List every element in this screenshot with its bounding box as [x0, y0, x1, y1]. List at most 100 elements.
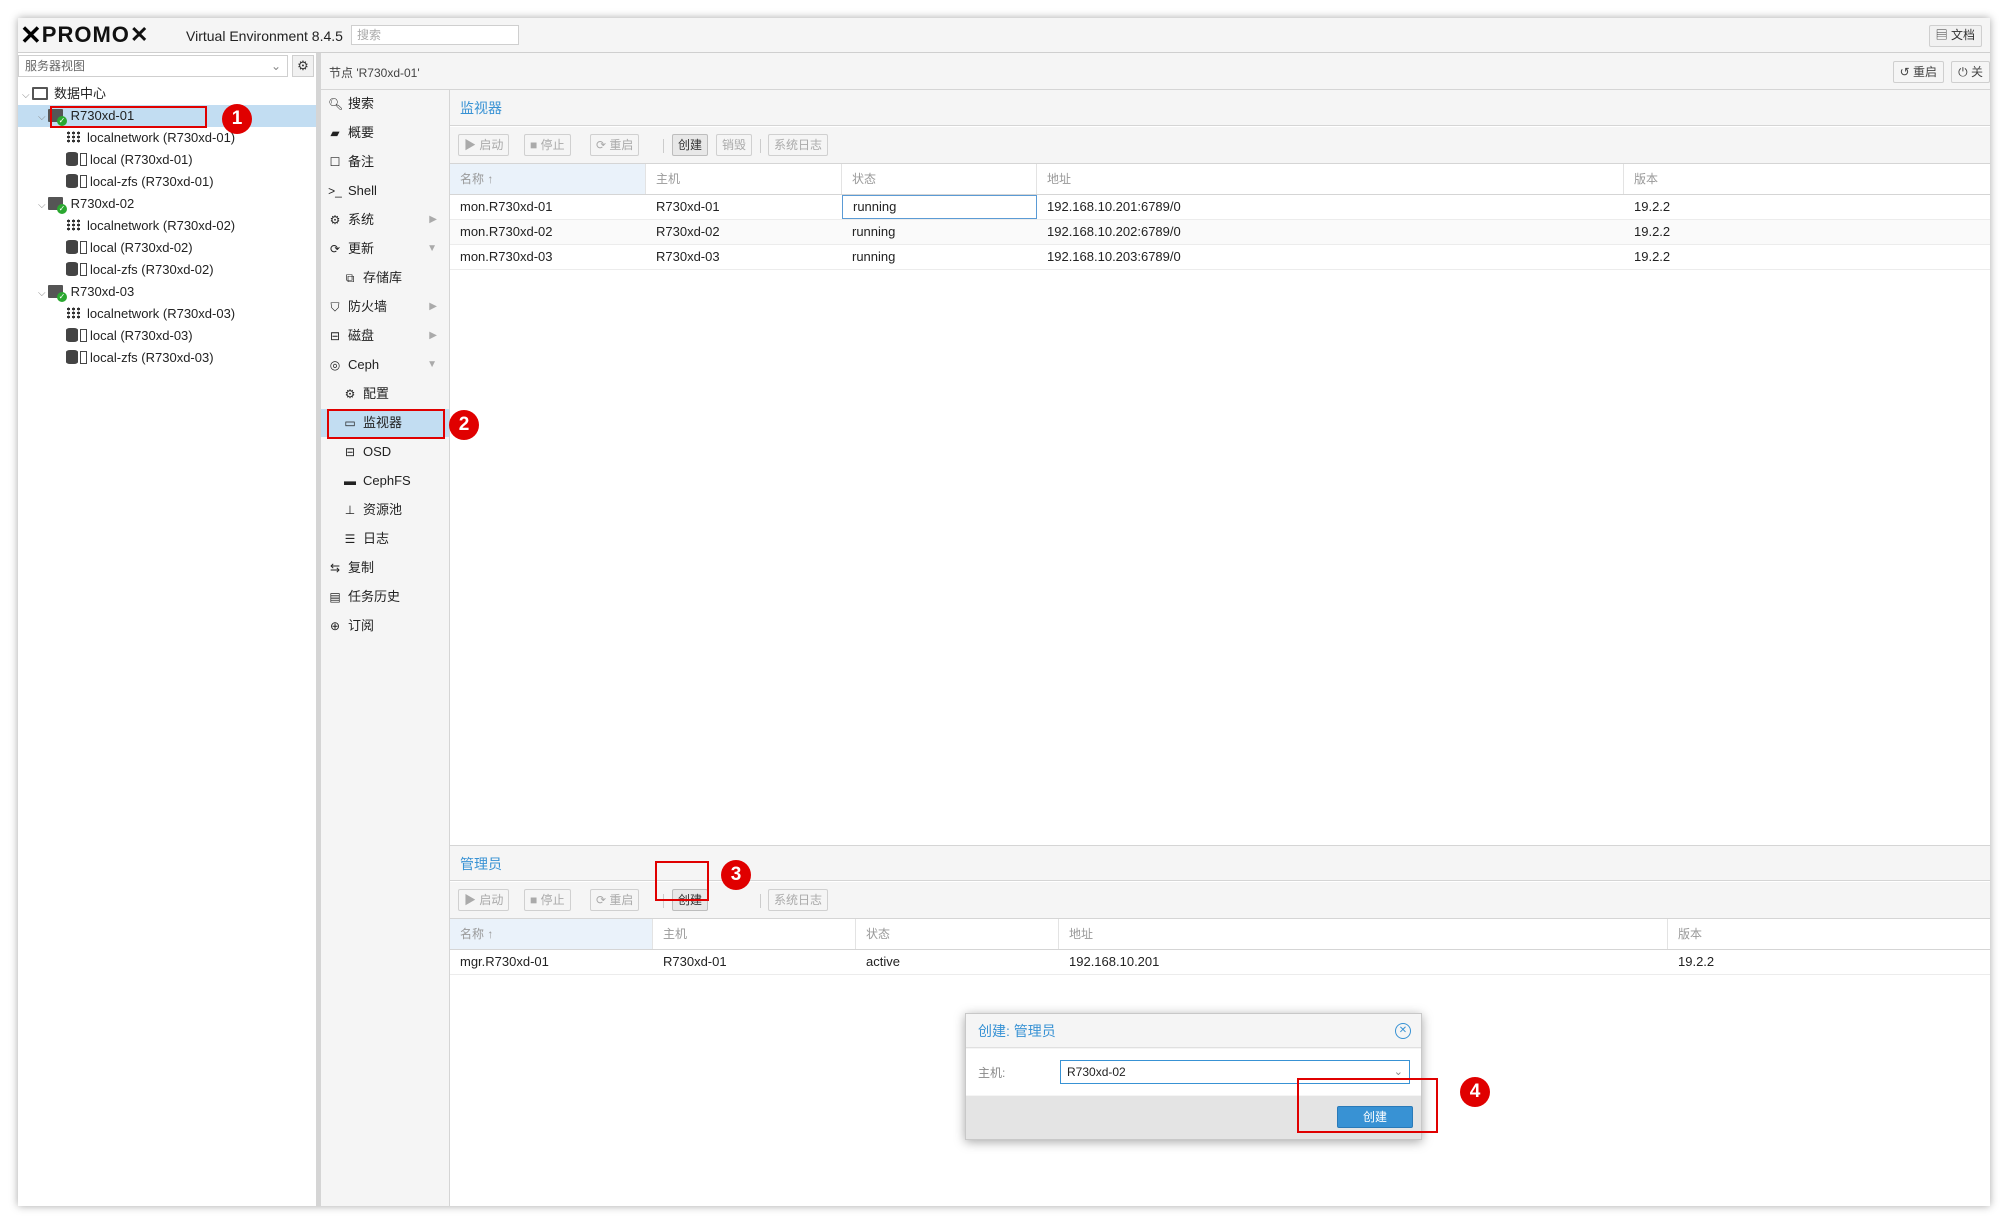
cell-status: running — [852, 249, 896, 264]
database-icon — [66, 240, 78, 254]
menu-item-ceph-osd[interactable]: ⊟ OSD — [321, 438, 449, 466]
menu-item-summary[interactable]: ▰ 概要 — [321, 119, 449, 147]
tree-item-storage[interactable]: local-zfs (R730xd-03) — [18, 347, 316, 369]
network-icon — [66, 131, 81, 143]
manager-stop-button[interactable]: ■ 停止 — [524, 889, 571, 911]
tree-item-datacenter[interactable]: ⌵ 数据中心 — [18, 83, 316, 105]
tree-item-network[interactable]: localnetwork (R730xd-02) — [18, 215, 316, 237]
button-label: 重启 — [609, 138, 634, 152]
database-icon — [66, 262, 78, 276]
column-header-status[interactable]: 状态 — [842, 164, 1037, 194]
column-header-host[interactable]: 主机 — [653, 919, 856, 949]
button-label: 系统日志 — [774, 893, 823, 907]
menu-item-ceph-config[interactable]: ⚙ 配置 — [321, 380, 449, 408]
manager-restart-button[interactable]: ⟳ 重启 — [590, 889, 640, 911]
menu-label: 搜索 — [348, 96, 375, 111]
menu-item-updates[interactable]: ⟳ 更新 ▼ — [321, 235, 449, 263]
menu-item-ceph-pools[interactable]: ⊥ 资源池 — [321, 496, 449, 524]
table-row[interactable]: mon.R730xd-01 R730xd-01 running 192.168.… — [450, 195, 1990, 220]
host-label: 主机: — [978, 1066, 1006, 1080]
menu-item-shell[interactable]: >_ Shell — [321, 177, 449, 205]
table-row[interactable]: mgr.R730xd-01 R730xd-01 active 192.168.1… — [450, 950, 1990, 975]
menu-item-notes[interactable]: ☐ 备注 — [321, 148, 449, 176]
monitor-stop-button[interactable]: ■ 停止 — [524, 134, 571, 156]
database-icon — [66, 350, 78, 364]
column-header-host[interactable]: 主机 — [646, 164, 842, 194]
button-label: 启动 — [479, 138, 504, 152]
play-icon: ▶ — [464, 893, 477, 907]
menu-item-firewall[interactable]: ⛉ 防火墙 ▶ — [321, 293, 449, 321]
power-icon: ⏻ — [1958, 65, 1968, 79]
ceph-icon: ◎ — [329, 358, 341, 372]
tree-item-node[interactable]: ⌵ R730xd-02 — [18, 193, 316, 215]
node-reboot-button[interactable]: ↺ 重启 — [1892, 61, 1944, 83]
monitor-create-button[interactable]: 创建 — [672, 134, 709, 156]
collapse-icon[interactable]: ⌵ — [22, 85, 32, 107]
menu-item-repositories[interactable]: ⧉ 存储库 — [321, 264, 449, 292]
column-header-name[interactable]: 名称 ↑ — [450, 164, 646, 194]
tree-item-storage[interactable]: local (R730xd-02) — [18, 237, 316, 259]
storage-box-icon — [80, 351, 87, 364]
refresh-icon: ⟳ — [596, 893, 607, 907]
chevron-down-icon: ▼ — [427, 359, 437, 370]
menu-item-disks[interactable]: ⊟ 磁盘 ▶ — [321, 322, 449, 350]
menu-item-ceph[interactable]: ◎ Ceph ▼ — [321, 351, 449, 379]
monitor-start-button[interactable]: ▶ 启动 — [458, 134, 510, 156]
tree-label: localnetwork (R730xd-01) — [87, 130, 236, 145]
sitemap-icon: ⊥ — [344, 503, 356, 517]
gear-icon: ⚙ — [344, 387, 356, 401]
view-select[interactable]: 服务器视图 ⌄ — [18, 55, 288, 77]
table-row[interactable]: mon.R730xd-03 R730xd-03 running 192.168.… — [450, 245, 1990, 270]
tree-item-network[interactable]: localnetwork (R730xd-03) — [18, 303, 316, 325]
datacenter-icon — [32, 87, 48, 100]
tree-item-network[interactable]: localnetwork (R730xd-01) — [18, 127, 316, 149]
tree-label: local (R730xd-02) — [90, 240, 193, 255]
tree-item-storage[interactable]: local-zfs (R730xd-01) — [18, 171, 316, 193]
monitor-syslog-button[interactable]: 系统日志 — [768, 134, 829, 156]
stop-icon: ■ — [530, 138, 538, 152]
column-header-status[interactable]: 状态 — [856, 919, 1059, 949]
refresh-icon: ⟳ — [596, 138, 607, 152]
tree-label: local (R730xd-03) — [90, 328, 193, 343]
menu-item-ceph-log[interactable]: ☰ 日志 — [321, 525, 449, 553]
menu-item-system[interactable]: ⚙ 系统 ▶ — [321, 206, 449, 234]
column-header-version[interactable]: 版本 — [1624, 164, 1990, 194]
tree-item-storage[interactable]: local (R730xd-01) — [18, 149, 316, 171]
table-row[interactable]: mon.R730xd-02 R730xd-02 running 192.168.… — [450, 220, 1990, 245]
docs-button[interactable]: ▤ 文档 — [1928, 25, 1982, 47]
menu-item-cephfs[interactable]: ▬ CephFS — [321, 467, 449, 495]
menu-item-subscription[interactable]: ⊕ 订阅 — [321, 612, 449, 640]
monitor-restart-button[interactable]: ⟳ 重启 — [590, 134, 640, 156]
column-header-version[interactable]: 版本 — [1668, 919, 1990, 949]
node-shutdown-button[interactable]: ⏻ 关 — [1951, 61, 1990, 83]
app-window: ✕ PROMO ✕ Virtual Environment 8.4.5 搜索 ▤ … — [18, 18, 1990, 1206]
collapse-icon[interactable]: ⌵ — [38, 107, 48, 129]
button-label: 停止 — [540, 893, 565, 907]
column-header-address[interactable]: 地址 — [1037, 164, 1624, 194]
tree-settings-button[interactable]: ⚙ — [292, 55, 314, 77]
menu-label: 系统 — [348, 212, 375, 227]
menu-item-replication[interactable]: ⇆ 复制 — [321, 554, 449, 582]
tree-item-storage[interactable]: local (R730xd-03) — [18, 325, 316, 347]
tree-label: R730xd-02 — [70, 196, 135, 211]
menu-label: 订阅 — [348, 618, 375, 633]
tree-item-node[interactable]: ⌵ R730xd-03 — [18, 281, 316, 303]
monitor-destroy-button[interactable]: 销毁 — [716, 134, 753, 156]
collapse-icon[interactable]: ⌵ — [38, 283, 48, 305]
annotation-box-1 — [50, 106, 207, 128]
menu-label: 概要 — [348, 125, 375, 140]
manager-syslog-button[interactable]: 系统日志 — [768, 889, 829, 911]
menu-label: 备注 — [348, 154, 375, 169]
node-title: 节点 'R730xd-01' — [329, 66, 420, 80]
menu-label: 任务历史 — [348, 589, 401, 604]
manager-start-button[interactable]: ▶ 启动 — [458, 889, 510, 911]
menu-item-search[interactable]: 🔍︎ 搜索 — [321, 90, 449, 118]
column-header-name[interactable]: 名称 ↑ — [450, 919, 653, 949]
menu-item-task-history[interactable]: ▤ 任务历史 — [321, 583, 449, 611]
collapse-icon[interactable]: ⌵ — [38, 195, 48, 217]
tree-item-storage[interactable]: local-zfs (R730xd-02) — [18, 259, 316, 281]
cell-address: 192.168.10.203:6789/0 — [1047, 249, 1181, 264]
close-icon[interactable]: ✕ — [1395, 1023, 1411, 1039]
column-header-address[interactable]: 地址 — [1059, 919, 1668, 949]
global-search-input[interactable]: 搜索 — [351, 25, 519, 45]
